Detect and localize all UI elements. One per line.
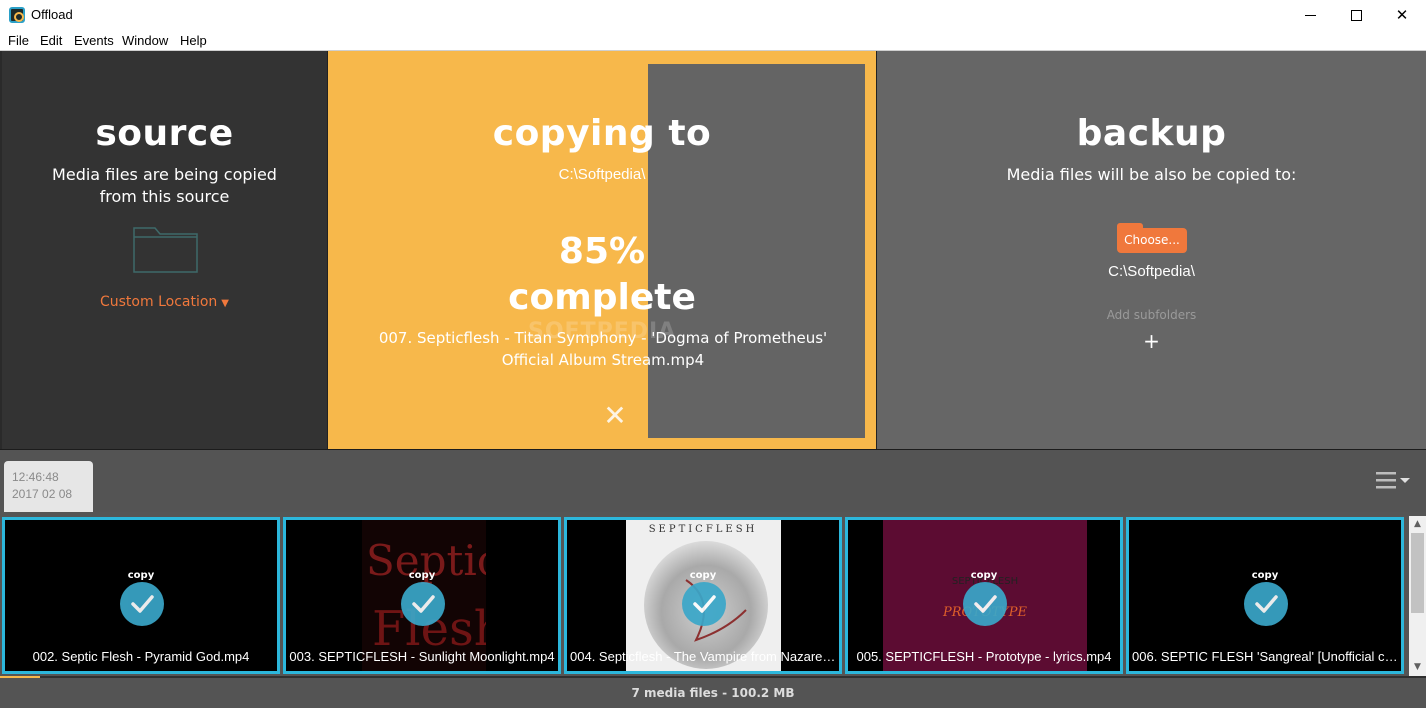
thumbnail-filename: 002. Septic Flesh - Pyramid God.mp4 [32,649,250,664]
status-summary: 7 media files - 100.2 MB [631,686,795,700]
custom-location-dropdown[interactable]: Custom Location ▼ [2,294,327,310]
media-thumbnail[interactable]: copy 002. Septic Flesh - Pyramid God.mp4 [2,517,280,674]
event-date: 2017 02 08 [12,487,73,501]
menu-events[interactable]: Events [74,33,114,48]
checkmark-icon[interactable] [401,582,445,626]
checkmark-icon[interactable] [682,582,726,626]
current-file-line1: 007. Septicflesh - Titan Symphony - 'Dog… [378,329,828,347]
close-button[interactable]: ✕ [1379,0,1425,30]
custom-location-label: Custom Location [99,294,218,310]
thumbnail-filename: 006. SEPTIC FLESH 'Sangreal' [Unofficial… [1132,649,1401,664]
close-icon: ✕ [1395,5,1409,24]
source-heading: source [95,113,234,154]
copy-label: copy [408,570,436,581]
main-panels: source Media files are being copied from… [0,50,1426,451]
current-file-line2: Official Album Stream.mp4 [501,351,705,369]
backup-path: C:\Softpedia\ [1108,263,1195,280]
copy-label: copy [970,570,998,581]
source-subtitle-1: Media files are being copied [52,165,277,184]
status-progress-bar [0,676,40,678]
add-subfolders-label: Add subfolders [1106,308,1197,322]
media-thumbnails: copy 002. Septic Flesh - Pyramid God.mp4… [0,512,1426,676]
minimize-button[interactable] [1287,0,1333,30]
source-panel: source Media files are being copied from… [0,51,327,451]
media-thumbnail[interactable]: SEPTICFLESH copy 004. Septicflesh - The … [564,517,842,674]
scrollbar-thumb[interactable] [1411,533,1424,613]
event-time: 12:46:48 [12,470,59,484]
menu-file[interactable]: File [8,33,29,48]
progress-percent: 85% [558,231,646,272]
title-bar: Offload ✕ [0,0,1426,30]
thumbnail-filename: 003. SEPTICFLESH - Sunlight Moonlight.mp… [289,649,555,664]
maximize-button[interactable] [1333,0,1379,30]
hamburger-menu-icon[interactable] [1376,470,1416,492]
folder-icon[interactable] [133,227,198,273]
window-title: Offload [31,7,73,22]
minimize-icon [1304,14,1316,16]
caret-down-icon: ▼ [221,298,229,309]
backup-heading: backup [1076,113,1227,154]
scroll-down-icon[interactable]: ▼ [1409,659,1426,676]
svg-text:SEPTICFLESH: SEPTICFLESH [649,524,758,535]
status-bar: 7 media files - 100.2 MB [0,676,1426,708]
backup-subtitle: Media files will be also be copied to: [1006,165,1297,184]
checkmark-icon[interactable] [963,582,1007,626]
copy-label: copy [689,570,717,581]
media-thumbnail[interactable]: copy 006. SEPTIC FLESH 'Sangreal' [Unoff… [1126,517,1404,674]
events-bar: 12:46:48 2017 02 08 [0,450,1426,512]
thumbnails-scrollbar[interactable]: ▲ ▼ [1409,516,1426,676]
media-thumbnail[interactable]: SEPTICFLESH PROTOTYPE copy 005. SEPTICFL… [845,517,1123,674]
copy-label: copy [127,570,155,581]
thumbnail-filename: 004. Septicflesh - The Vampire from Naza… [570,649,839,664]
copying-heading: copying to [492,113,712,154]
thumbnail-filename: 005. SEPTICFLESH - Prototype - lyrics.mp… [856,649,1112,664]
checkmark-icon[interactable] [1244,582,1288,626]
maximize-icon [1350,9,1362,21]
current-file: 007. Septicflesh - Titan Symphony - 'Dog… [368,327,838,371]
choose-label: Choose... [1117,228,1187,253]
add-subfolder-button[interactable]: + [877,329,1426,353]
checkmark-icon[interactable] [120,582,164,626]
menu-help[interactable]: Help [180,33,207,48]
menu-bar: File Edit Events Window Help [0,30,1426,50]
event-tab[interactable]: 12:46:48 2017 02 08 [4,461,93,512]
scroll-up-icon[interactable]: ▲ [1409,516,1426,533]
choose-folder-button[interactable]: Choose... [1117,223,1187,253]
source-subtitle-2: from this source [99,187,230,206]
menu-edit[interactable]: Edit [40,33,62,48]
copying-path: C:\Softpedia\ [558,166,646,183]
cancel-copy-icon[interactable]: ✕ [598,399,632,433]
backup-panel: backup Media files will be also be copie… [877,51,1426,451]
progress-status: complete [508,277,696,318]
app-icon [9,7,25,23]
copying-panel: copying to C:\Softpedia\ 85% complete SO… [327,51,877,451]
media-thumbnail[interactable]: Septic Flesh copy 003. SEPTICFLESH - Sun… [283,517,561,674]
copy-label: copy [1251,570,1279,581]
menu-window[interactable]: Window [122,33,168,48]
